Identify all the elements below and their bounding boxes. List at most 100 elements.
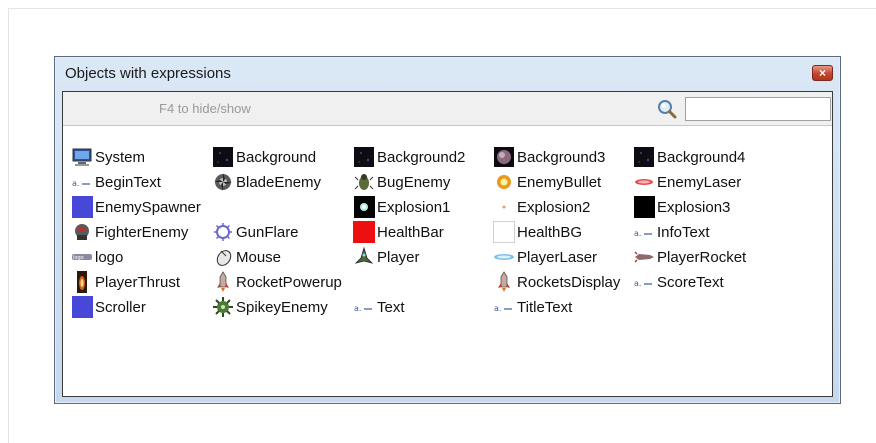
text-icon: a.: [633, 221, 655, 243]
object-item-rocketpowerup[interactable]: RocketPowerup: [212, 271, 342, 293]
svg-text:a.: a.: [634, 229, 641, 238]
object-label: Player: [377, 248, 420, 266]
object-label: SpikeyEnemy: [236, 298, 328, 316]
explosion-icon: [353, 196, 375, 218]
object-label: EnemySpawner: [95, 198, 201, 216]
svg-text:a.: a.: [494, 304, 501, 313]
object-item-background2[interactable]: Background2: [353, 146, 465, 168]
spark-icon: [493, 196, 515, 218]
objects-dialog: Objects with expressions × F4 to hide/sh…: [54, 56, 841, 404]
search-input[interactable]: [685, 97, 831, 121]
ship-icon: [353, 246, 375, 268]
rocket-side-icon: [633, 246, 655, 268]
object-label: BladeEnemy: [236, 173, 322, 191]
object-item-bladeenemy[interactable]: BladeEnemy: [212, 171, 321, 193]
object-item-player[interactable]: Player: [353, 246, 420, 268]
object-label: BeginText: [95, 173, 161, 191]
object-label: HealthBG: [517, 223, 583, 241]
object-label: Background2: [377, 148, 466, 166]
object-label: Background: [236, 148, 317, 166]
object-item-healthbg[interactable]: HealthBG: [493, 221, 582, 243]
black-square-icon: [633, 196, 655, 218]
close-button[interactable]: ×: [812, 65, 833, 81]
object-label: EnemyBullet: [517, 173, 602, 191]
object-label: Scroller: [95, 298, 146, 316]
mouse-icon: [212, 246, 234, 268]
object-label: TitleText: [517, 298, 573, 316]
object-item-logo[interactable]: logo logo: [71, 246, 123, 268]
object-item-background4[interactable]: Background4: [633, 146, 745, 168]
object-item-rocketsdisplay[interactable]: RocketsDisplay: [493, 271, 620, 293]
text-icon: a.: [353, 296, 375, 318]
object-label: System: [95, 148, 146, 166]
object-item-titletext[interactable]: a. TitleText: [493, 296, 572, 318]
object-item-playerrocket[interactable]: PlayerRocket: [633, 246, 746, 268]
object-item-background3[interactable]: Background3: [493, 146, 605, 168]
object-item-enemyspawner[interactable]: EnemySpawner: [71, 196, 201, 218]
object-item-explosion1[interactable]: Explosion1: [353, 196, 450, 218]
object-item-background[interactable]: Background: [212, 146, 316, 168]
object-label: RocketPowerup: [236, 273, 342, 291]
object-item-scoretext[interactable]: a. ScoreText: [633, 271, 724, 293]
toolbar: F4 to hide/show: [63, 92, 832, 126]
object-item-fighterenemy[interactable]: FighterEnemy: [71, 221, 188, 243]
dark-sprite-icon: [633, 146, 655, 168]
white-square-icon: [493, 221, 515, 243]
object-item-gunflare[interactable]: GunFlare: [212, 221, 299, 243]
object-item-enemybullet[interactable]: EnemyBullet: [493, 171, 601, 193]
object-item-explosion3[interactable]: Explosion3: [633, 196, 730, 218]
hide-show-hint: F4 to hide/show: [159, 101, 251, 116]
laser-icon: [633, 171, 655, 193]
fighter-icon: [71, 221, 93, 243]
object-label: BugEnemy: [377, 173, 451, 191]
text-icon: a.: [493, 296, 515, 318]
object-label: Explosion2: [517, 198, 591, 216]
object-label: ScoreText: [657, 273, 724, 291]
flare-icon: [212, 221, 234, 243]
rocket-icon: [493, 271, 515, 293]
rocket-icon: [212, 271, 234, 293]
object-label: PlayerLaser: [517, 248, 598, 266]
object-item-system[interactable]: System: [71, 146, 145, 168]
object-item-healthbar[interactable]: HealthBar: [353, 221, 444, 243]
logo-icon: logo: [71, 246, 93, 268]
svg-text:a.: a.: [72, 179, 79, 188]
object-item-mouse[interactable]: Mouse: [212, 246, 281, 268]
svg-text:a.: a.: [354, 304, 361, 313]
object-list: System Background Background2 Background3 Ba…: [63, 126, 832, 396]
monitor-icon: [71, 146, 93, 168]
object-label: PlayerThrust: [95, 273, 181, 291]
object-item-text[interactable]: a. Text: [353, 296, 405, 318]
object-item-enemylaser[interactable]: EnemyLaser: [633, 171, 741, 193]
object-label: Explosion3: [657, 198, 731, 216]
spikey-icon: [212, 296, 234, 318]
object-item-playerthrust[interactable]: PlayerThrust: [71, 271, 180, 293]
object-item-playerlaser[interactable]: PlayerLaser: [493, 246, 597, 268]
objects-panel: F4 to hide/show System Background Backgrou…: [62, 91, 833, 397]
svg-text:a.: a.: [634, 279, 641, 288]
object-label: HealthBar: [377, 223, 444, 241]
blue-square-icon: [71, 196, 93, 218]
bug-icon: [353, 171, 375, 193]
object-item-infotext[interactable]: a. InfoText: [633, 221, 710, 243]
title-bar[interactable]: Objects with expressions ×: [55, 57, 840, 89]
text-icon: a.: [633, 271, 655, 293]
object-item-spikeyenemy[interactable]: SpikeyEnemy: [212, 296, 328, 318]
object-label: EnemyLaser: [657, 173, 742, 191]
bullet-icon: [493, 171, 515, 193]
object-item-bugenemy[interactable]: BugEnemy: [353, 171, 450, 193]
object-label: RocketsDisplay: [517, 273, 621, 291]
dark-sprite-icon: [212, 146, 234, 168]
object-item-scroller[interactable]: Scroller: [71, 296, 146, 318]
object-label: FighterEnemy: [95, 223, 189, 241]
search-icon[interactable]: [656, 98, 678, 120]
red-square-icon: [353, 221, 375, 243]
text-icon: a.: [71, 171, 93, 193]
object-item-explosion2[interactable]: Explosion2: [493, 196, 590, 218]
blade-icon: [212, 171, 234, 193]
object-label: Background3: [517, 148, 606, 166]
object-label: PlayerRocket: [657, 248, 747, 266]
object-item-begintext[interactable]: a. BeginText: [71, 171, 161, 193]
object-label: GunFlare: [236, 223, 299, 241]
thrust-icon: [71, 271, 93, 293]
